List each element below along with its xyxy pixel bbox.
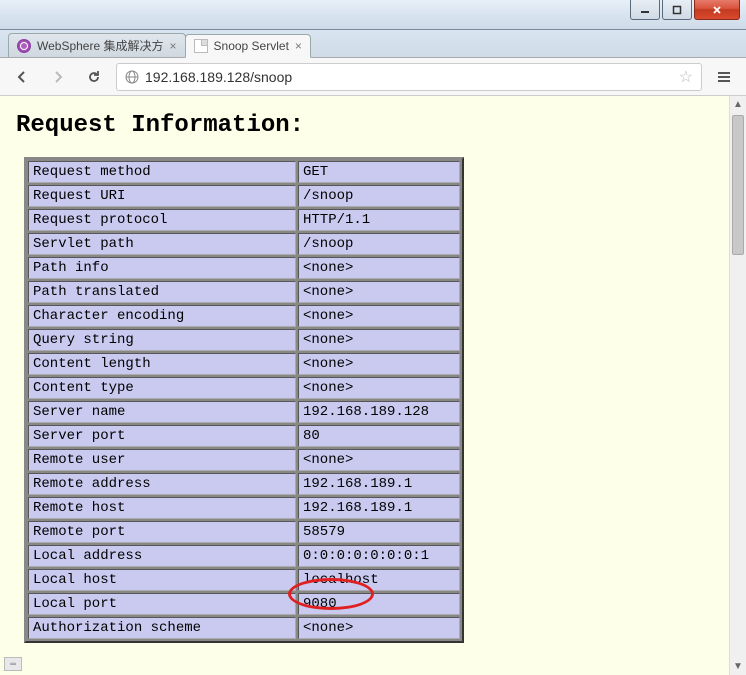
table-row: Remote host192.168.189.1 <box>28 497 460 519</box>
tab-close-icon[interactable]: × <box>295 39 302 53</box>
scroll-track[interactable] <box>730 113 746 658</box>
scroll-up-icon[interactable]: ▲ <box>730 96 746 113</box>
tab-snoop[interactable]: Snoop Servlet × <box>185 34 311 58</box>
row-key: Remote user <box>28 449 296 471</box>
close-button[interactable] <box>694 0 740 20</box>
tab-websphere[interactable]: WebSphere 集成解决方 × <box>8 33 186 57</box>
row-key: Request URI <box>28 185 296 207</box>
table-row: Path translated<none> <box>28 281 460 303</box>
table-row: Request protocolHTTP/1.1 <box>28 209 460 231</box>
tab-close-icon[interactable]: × <box>170 39 177 53</box>
row-key: Request protocol <box>28 209 296 231</box>
row-key: Character encoding <box>28 305 296 327</box>
table-row: Local address0:0:0:0:0:0:0:1 <box>28 545 460 567</box>
reload-button[interactable] <box>80 63 108 91</box>
row-value: <none> <box>298 305 460 327</box>
row-key: Remote host <box>28 497 296 519</box>
request-info-table: Request methodGETRequest URI/snoopReques… <box>24 157 464 643</box>
browser-toolbar: 192.168.189.128/snoop ☆ <box>0 58 746 96</box>
tab-strip: WebSphere 集成解决方 × Snoop Servlet × <box>0 30 746 58</box>
vertical-scrollbar[interactable]: ▲ ▼ <box>729 96 746 675</box>
table-row: Server name192.168.189.128 <box>28 401 460 423</box>
table-row: Content length<none> <box>28 353 460 375</box>
row-key: Path info <box>28 257 296 279</box>
row-key: Local host <box>28 569 296 591</box>
row-key: Query string <box>28 329 296 351</box>
bookmark-star-icon[interactable]: ☆ <box>679 67 693 87</box>
table-row: Character encoding<none> <box>28 305 460 327</box>
tab-label: WebSphere 集成解决方 <box>37 37 164 54</box>
row-value: 192.168.189.1 <box>298 497 460 519</box>
address-text: 192.168.189.128/snoop <box>145 69 292 85</box>
row-value: GET <box>298 161 460 183</box>
row-value: <none> <box>298 329 460 351</box>
window-controls <box>630 0 740 20</box>
row-value: <none> <box>298 353 460 375</box>
table-row: Remote user<none> <box>28 449 460 471</box>
row-value: <none> <box>298 449 460 471</box>
status-indicator-icon: ▭ <box>4 657 22 671</box>
websphere-favicon-icon <box>17 39 31 53</box>
table-row: Request URI/snoop <box>28 185 460 207</box>
row-value: HTTP/1.1 <box>298 209 460 231</box>
menu-button[interactable] <box>710 63 738 91</box>
row-key: Content type <box>28 377 296 399</box>
forward-button[interactable] <box>44 63 72 91</box>
maximize-button[interactable] <box>662 0 692 20</box>
row-key: Request method <box>28 161 296 183</box>
row-key: Remote address <box>28 473 296 495</box>
table-row: Authorization scheme<none> <box>28 617 460 639</box>
table-row: Remote address192.168.189.1 <box>28 473 460 495</box>
tab-label: Snoop Servlet <box>214 39 289 53</box>
page-heading: Request Information: <box>16 112 729 139</box>
row-value: 192.168.189.128 <box>298 401 460 423</box>
table-row: Query string<none> <box>28 329 460 351</box>
row-value: 80 <box>298 425 460 447</box>
table-row: Content type<none> <box>28 377 460 399</box>
viewport-wrap: Request Information: Request methodGETRe… <box>0 96 746 675</box>
table-row: Server port80 <box>28 425 460 447</box>
row-value: 58579 <box>298 521 460 543</box>
back-button[interactable] <box>8 63 36 91</box>
table-row: Remote port58579 <box>28 521 460 543</box>
row-value: <none> <box>298 257 460 279</box>
row-value: /snoop <box>298 185 460 207</box>
address-bar[interactable]: 192.168.189.128/snoop ☆ <box>116 63 702 91</box>
table-row: Local port9080 <box>28 593 460 615</box>
row-key: Authorization scheme <box>28 617 296 639</box>
window-titlebar <box>0 0 746 30</box>
scroll-thumb[interactable] <box>732 115 744 255</box>
row-key: Content length <box>28 353 296 375</box>
table-row: Local hostlocalhost <box>28 569 460 591</box>
minimize-button[interactable] <box>630 0 660 20</box>
table-row: Request methodGET <box>28 161 460 183</box>
page-viewport[interactable]: Request Information: Request methodGETRe… <box>0 96 729 675</box>
row-value: 0:0:0:0:0:0:0:1 <box>298 545 460 567</box>
globe-icon <box>125 70 139 84</box>
document-favicon-icon <box>194 39 208 53</box>
row-key: Servlet path <box>28 233 296 255</box>
row-key: Local address <box>28 545 296 567</box>
row-value: 9080 <box>298 593 460 615</box>
row-value: localhost <box>298 569 460 591</box>
row-value: <none> <box>298 281 460 303</box>
row-value: /snoop <box>298 233 460 255</box>
row-key: Local port <box>28 593 296 615</box>
row-key: Server port <box>28 425 296 447</box>
row-key: Path translated <box>28 281 296 303</box>
row-key: Server name <box>28 401 296 423</box>
table-row: Servlet path/snoop <box>28 233 460 255</box>
row-value: 192.168.189.1 <box>298 473 460 495</box>
scroll-down-icon[interactable]: ▼ <box>730 658 746 675</box>
table-row: Path info<none> <box>28 257 460 279</box>
row-key: Remote port <box>28 521 296 543</box>
row-value: <none> <box>298 617 460 639</box>
row-value: <none> <box>298 377 460 399</box>
